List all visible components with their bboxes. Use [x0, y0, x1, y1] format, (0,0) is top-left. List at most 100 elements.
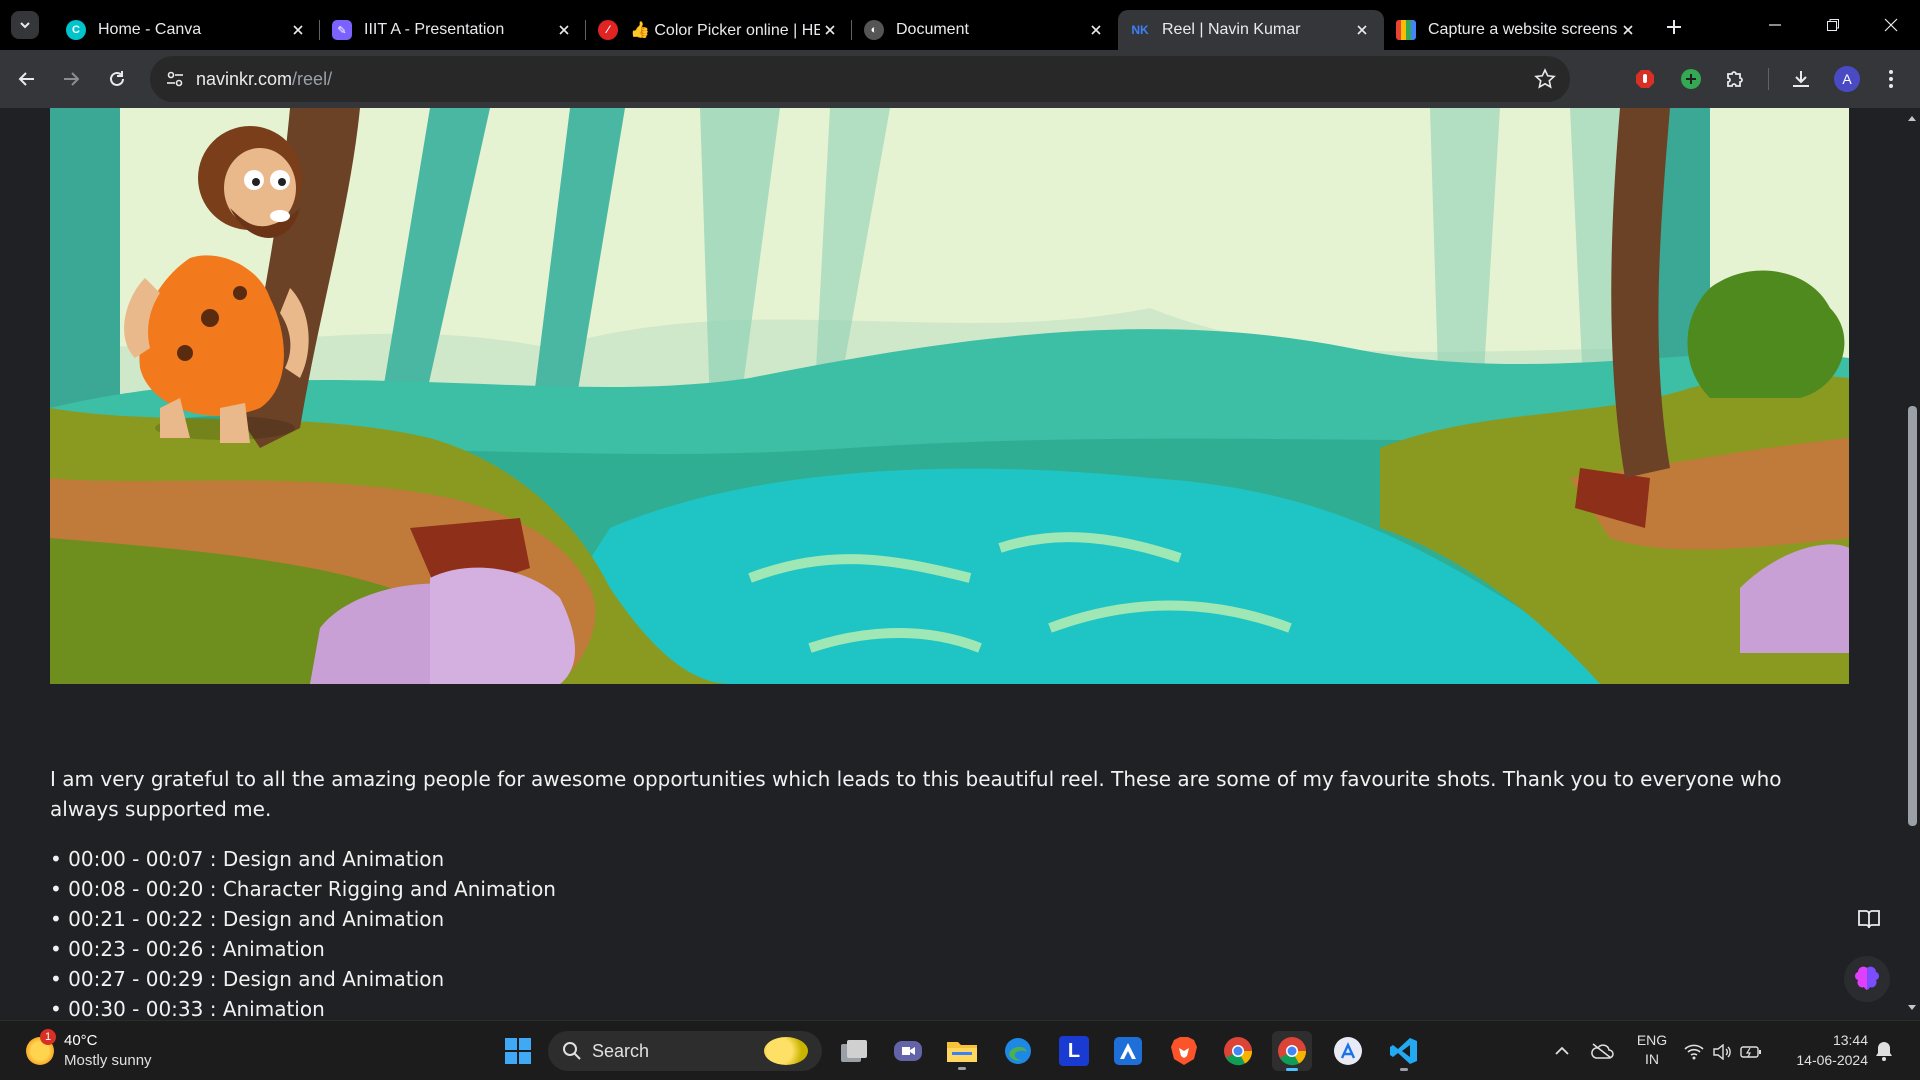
vscode-icon	[1390, 1038, 1417, 1064]
close-icon[interactable]	[288, 20, 308, 40]
tab-title: Document	[896, 21, 969, 38]
clock[interactable]: 13:44 14-06-2024	[1780, 1030, 1868, 1070]
puzzle-icon	[1727, 71, 1743, 87]
lemon-icon	[764, 1037, 808, 1065]
file-explorer-button[interactable]	[942, 1031, 982, 1071]
show-hidden-icons-button[interactable]	[1542, 1031, 1582, 1071]
l-app-icon: L	[1059, 1036, 1089, 1066]
cloud-off-icon	[1591, 1043, 1614, 1059]
weather-widget[interactable]: 1 40°C Mostly sunny	[24, 1029, 184, 1073]
windows-taskbar: 1 40°C Mostly sunny Search L ENG IN 13:4…	[0, 1020, 1920, 1080]
close-icon[interactable]	[820, 20, 840, 40]
reload-button[interactable]	[98, 60, 136, 98]
brain-icon	[1855, 966, 1879, 990]
system-tray-status[interactable]	[1684, 1041, 1762, 1063]
forward-button[interactable]	[52, 60, 90, 98]
address-bar[interactable]: navinkr.com/reel/	[150, 56, 1570, 102]
book-open-icon	[1858, 910, 1880, 929]
arrow-left-icon	[18, 72, 34, 86]
tab-screenshot[interactable]: Capture a website screensh	[1384, 10, 1650, 50]
profile-button[interactable]: A	[1828, 60, 1866, 98]
chevron-down-icon	[20, 22, 30, 29]
notifications-button[interactable]	[1866, 1031, 1902, 1071]
new-tab-button[interactable]	[1656, 9, 1692, 45]
wifi-icon	[1684, 1044, 1704, 1060]
ai-assistant-button[interactable]	[1844, 956, 1890, 1002]
tab-title: Capture a website screensh	[1428, 21, 1618, 38]
close-icon[interactable]	[1352, 20, 1372, 40]
page-content: I am very grateful to all the amazing pe…	[0, 108, 1904, 1020]
avatar: A	[1834, 66, 1860, 92]
app-store-icon	[1334, 1037, 1362, 1065]
back-button[interactable]	[8, 60, 46, 98]
nk-icon: NK	[1131, 23, 1149, 37]
tab-color-picker[interactable]: ⁄ 👍 Color Picker online | HE	[586, 10, 852, 50]
browser-menu-button[interactable]	[1872, 60, 1910, 98]
weather-temp: 40°C	[64, 1032, 98, 1049]
reload-icon	[110, 71, 124, 86]
close-icon[interactable]	[554, 20, 574, 40]
downloads-button[interactable]	[1782, 60, 1820, 98]
tab-reel[interactable]: NK Reel | Navin Kumar	[1118, 10, 1384, 50]
extension-plus-button[interactable]	[1672, 60, 1710, 98]
brave-button[interactable]	[1164, 1031, 1204, 1071]
page-scrollbar[interactable]	[1904, 108, 1920, 1020]
folder-icon	[947, 1042, 977, 1062]
video-chat-icon	[894, 1041, 922, 1061]
close-icon[interactable]	[1086, 20, 1106, 40]
download-icon	[1793, 71, 1809, 87]
app-store-button[interactable]	[1328, 1031, 1368, 1071]
pen-app-button[interactable]	[1108, 1031, 1148, 1071]
chrome-icon	[1278, 1037, 1307, 1066]
restore-icon	[1827, 19, 1839, 31]
reader-mode-button[interactable]	[1846, 896, 1892, 942]
onedrive-button[interactable]	[1582, 1031, 1622, 1071]
task-view-button[interactable]	[834, 1031, 874, 1071]
color-picker-icon: ⁄	[598, 20, 618, 40]
clock-time: 13:44	[1832, 1032, 1868, 1048]
chrome-profile-button[interactable]	[1272, 1031, 1312, 1071]
reel-video-frame[interactable]	[50, 108, 1849, 684]
pen-app-icon	[1114, 1037, 1142, 1065]
close-window-button[interactable]	[1862, 0, 1920, 50]
bookmark-star-icon[interactable]	[1534, 68, 1556, 95]
vscode-button[interactable]	[1384, 1031, 1424, 1071]
reel-timeline-list: • 00:00 - 00:07 : Design and Animation •…	[50, 844, 556, 1020]
restore-button[interactable]	[1804, 0, 1862, 50]
search-placeholder: Search	[592, 1040, 650, 1061]
minimize-button[interactable]	[1746, 0, 1804, 50]
l-app-button[interactable]: L	[1054, 1031, 1094, 1071]
chrome-button[interactable]	[1218, 1031, 1258, 1071]
document-icon: ◐	[864, 20, 884, 40]
tab-canva[interactable]: C Home - Canva	[54, 10, 320, 50]
extension-adblock-button[interactable]	[1626, 60, 1664, 98]
hand-stop-icon	[1636, 70, 1654, 88]
tab-presentation[interactable]: ✎ IIIT A - Presentation	[320, 10, 586, 50]
notification-badge: 1	[40, 1029, 56, 1045]
weather-condition: Mostly sunny	[64, 1052, 152, 1069]
tab-document[interactable]: ◐ Document	[852, 10, 1118, 50]
canva-icon: C	[66, 20, 86, 40]
reel-description: I am very grateful to all the amazing pe…	[50, 767, 1782, 821]
start-button[interactable]	[498, 1031, 538, 1071]
scroll-up-icon[interactable]	[1907, 114, 1917, 122]
tab-title: Home - Canva	[98, 21, 202, 38]
task-view-icon	[841, 1040, 867, 1062]
site-settings-icon[interactable]	[164, 68, 186, 90]
taskbar-search[interactable]: Search	[548, 1031, 822, 1071]
edge-button[interactable]	[998, 1031, 1038, 1071]
tab-search-button[interactable]	[11, 11, 39, 39]
language-indicator[interactable]: ENG IN	[1632, 1031, 1672, 1071]
forest-river-illustration	[50, 108, 1849, 684]
url-text[interactable]: navinkr.com/reel/	[196, 69, 332, 90]
close-icon[interactable]	[1618, 20, 1638, 40]
scrollbar-thumb[interactable]	[1908, 406, 1917, 826]
chrome-icon	[1224, 1037, 1253, 1066]
plus-icon	[1667, 20, 1681, 34]
clock-date: 14-06-2024	[1796, 1052, 1868, 1068]
extensions-button[interactable]	[1716, 60, 1754, 98]
teams-button[interactable]	[888, 1031, 928, 1071]
screenshot-icon	[1396, 20, 1416, 40]
scroll-down-icon[interactable]	[1907, 1004, 1917, 1012]
plus-circle-icon	[1681, 69, 1701, 89]
